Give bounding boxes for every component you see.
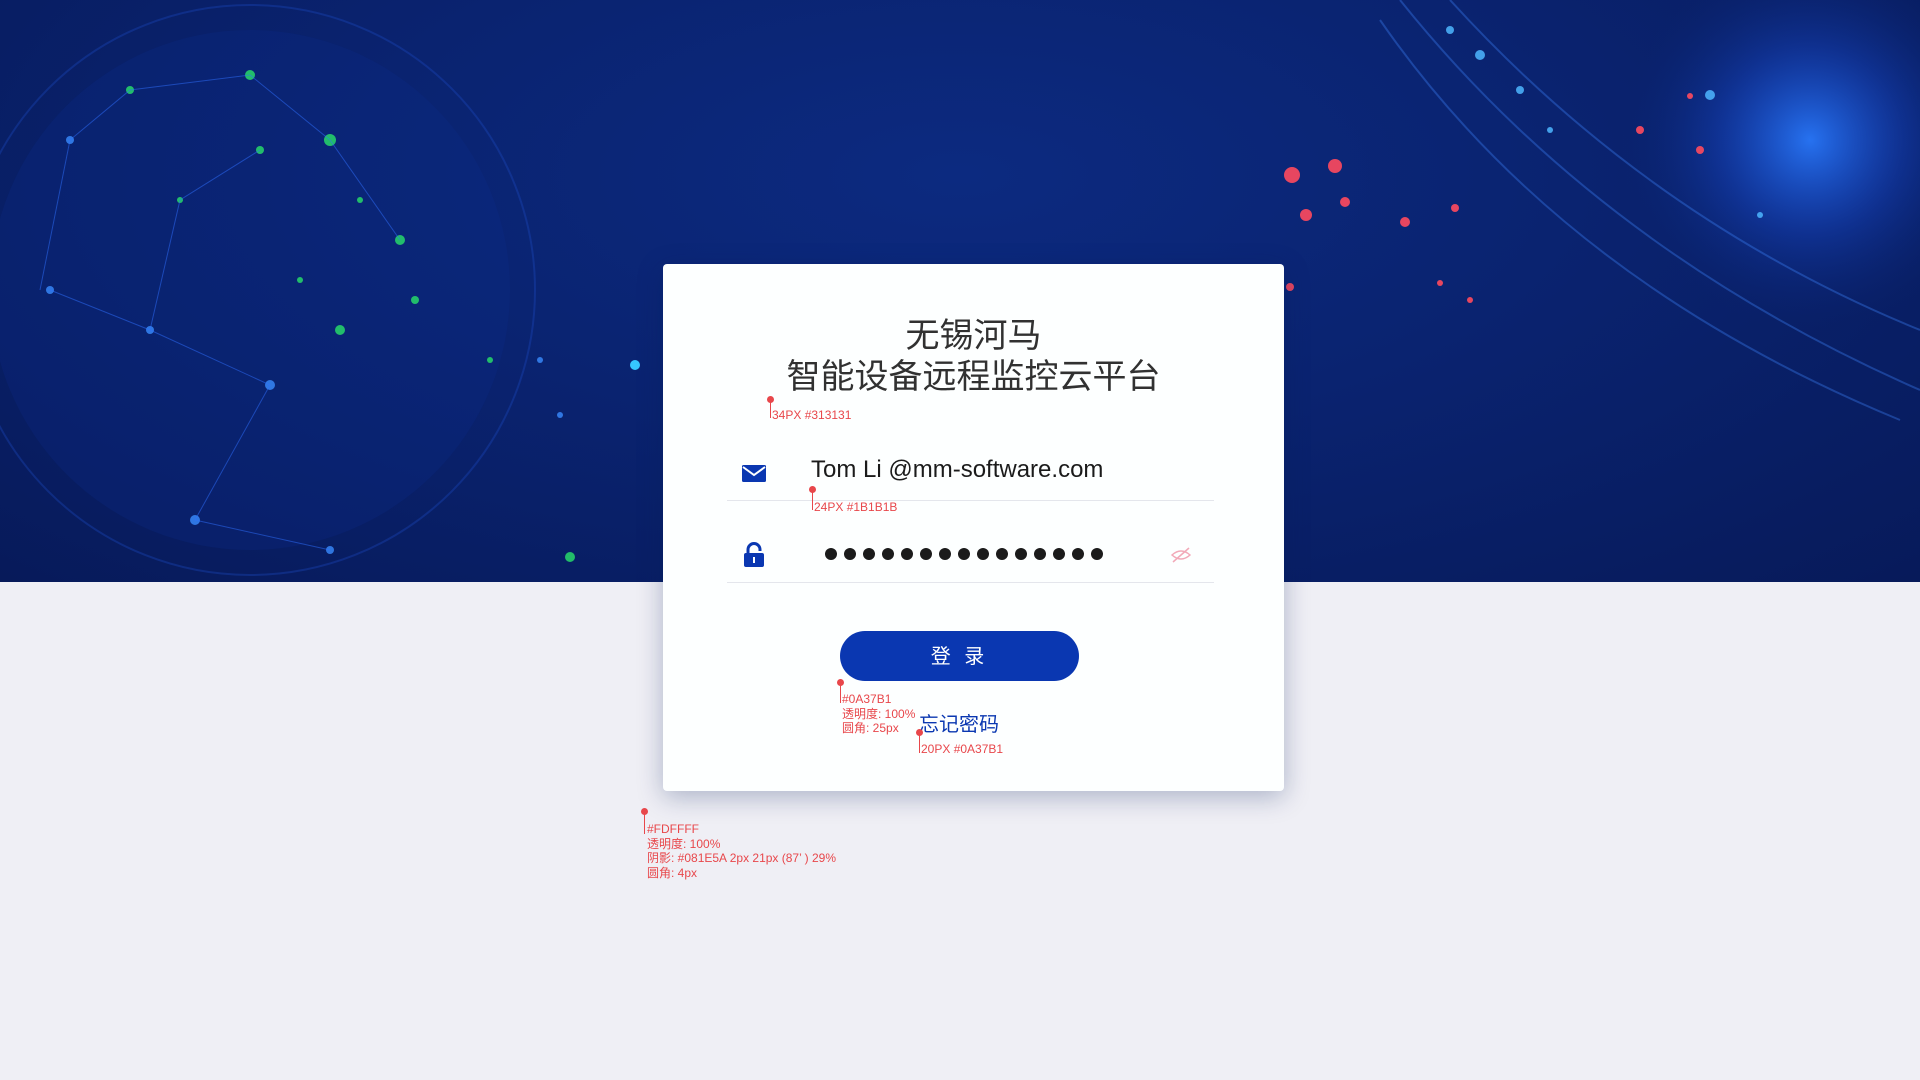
card-annotation-pin [641, 808, 648, 834]
forgot-annotation: 20PX #0A37B1 [921, 742, 1004, 756]
email-input[interactable]: Tom Li @mm-software.com [811, 456, 1103, 484]
button-annotation-pin [837, 679, 844, 703]
login-card: 无锡河马 智能设备远程监控云平台 34PX #313131 Tom Li @mm… [663, 264, 1284, 791]
card-annotation-line-3: 阴影: #081E5A 2px 21px (87’ ) 29% [647, 851, 837, 865]
page-title: 无锡河马 智能设备远程监控云平台 [663, 316, 1284, 398]
input-annotation-pin [809, 486, 816, 510]
password-mask-dot [1034, 548, 1046, 560]
title-line-1: 无锡河马 [905, 316, 1042, 356]
password-field[interactable] [727, 534, 1214, 583]
mail-icon [742, 465, 766, 482]
password-mask-dot [977, 548, 989, 560]
button-annotation-line-1: #0A37B1 [842, 692, 892, 706]
password-mask-dot [958, 548, 970, 560]
forgot-annotation-pin [916, 729, 923, 753]
password-mask-dot [863, 548, 875, 560]
card-annotation-line-1: #FDFFFF [647, 822, 699, 836]
title-annotation: 34PX #313131 [772, 408, 852, 422]
password-mask-dot [844, 548, 856, 560]
eye-off-icon[interactable] [1170, 546, 1192, 564]
button-annotation-line-2: 透明度: 100% [842, 706, 916, 721]
card-annotation-line-2: 透明度: 100% [647, 836, 721, 851]
password-mask-dot [825, 548, 837, 560]
password-mask-dot [901, 548, 913, 560]
password-mask-dot [1072, 548, 1084, 560]
password-input[interactable] [825, 548, 1103, 560]
email-field[interactable]: Tom Li @mm-software.com [727, 452, 1214, 501]
login-button[interactable]: 登 录 [840, 631, 1079, 681]
password-mask-dot [1053, 548, 1065, 560]
password-mask-dot [1015, 548, 1027, 560]
card-annotation-line-4: 圆角: 4px [647, 865, 698, 880]
password-mask-dot [1091, 548, 1103, 560]
password-mask-dot [920, 548, 932, 560]
lock-icon [744, 542, 764, 567]
input-annotation: 24PX #1B1B1B [814, 500, 898, 514]
title-annotation-pin [767, 396, 774, 418]
password-mask-dot [996, 548, 1008, 560]
button-annotation: #0A37B1 透明度: 100% 圆角: 25px [842, 692, 915, 736]
button-annotation-line-3: 圆角: 25px [842, 721, 899, 735]
forgot-password-link[interactable]: 忘记密码 [919, 708, 999, 737]
card-annotation: #FDFFFF 透明度: 100% 阴影: #081E5A 2px 21px (87… [647, 822, 836, 880]
password-mask-dot [882, 548, 894, 560]
title-line-2: 智能设备远程监控云平台 [786, 357, 1161, 397]
password-mask-dot [939, 548, 951, 560]
